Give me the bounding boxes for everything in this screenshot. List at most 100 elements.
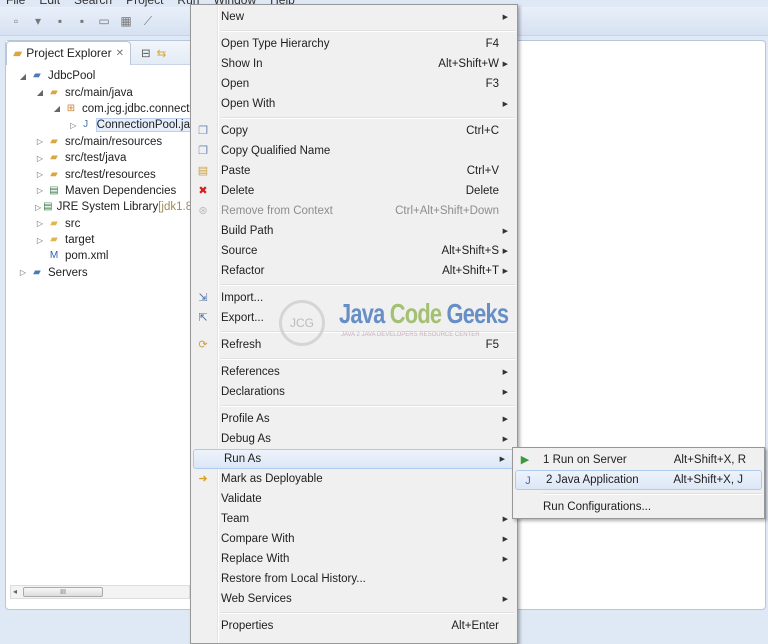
- menu-file[interactable]: File: [6, 0, 25, 7]
- menu-item-label: Export...: [221, 312, 264, 324]
- menu-item-1-run-on-server[interactable]: ▶ 1 Run on Server Alt+Shift+X, R: [513, 450, 764, 470]
- menu-item-label: Declarations: [221, 386, 285, 398]
- tree-item-label: com.jcg.jdbc.connect: [82, 102, 190, 115]
- menu-item-label: 2 Java Application: [546, 474, 639, 486]
- menu-item-shortcut: F4: [485, 38, 499, 50]
- source-folder-icon: ▰: [50, 152, 58, 164]
- menu-item-label: Restore from Local History...: [221, 573, 366, 585]
- source-folder-icon: ▰: [50, 86, 58, 98]
- expanded-arrow-icon[interactable]: ◢: [52, 104, 62, 113]
- menu-item-label: Open With: [221, 98, 276, 110]
- link-editor-icon[interactable]: ⇆: [157, 46, 167, 60]
- tree-item[interactable]: ◢ ▰ src/main/java: [6, 84, 191, 100]
- collapsed-arrow-icon[interactable]: ▷: [35, 154, 45, 163]
- horizontal-scrollbar[interactable]: ◂ III: [10, 585, 190, 599]
- dropdown-icon[interactable]: ▾: [30, 13, 46, 29]
- menu-item-debug-as[interactable]: Debug As ▶: [191, 429, 517, 449]
- collapsed-arrow-icon[interactable]: ▷: [35, 236, 45, 245]
- tree-item[interactable]: ▷ ▰ src/main/resources: [6, 134, 191, 150]
- collapsed-arrow-icon[interactable]: ▷: [35, 203, 41, 212]
- menu-item-copy[interactable]: ❐ Copy Ctrl+C: [191, 121, 517, 141]
- collapsed-arrow-icon[interactable]: ▷: [18, 268, 28, 277]
- menu-item-remove-from-context[interactable]: ⊛ Remove from Context Ctrl+Alt+Shift+Down: [191, 201, 517, 221]
- scrollbar-thumb[interactable]: III: [23, 587, 103, 597]
- menu-item-paste[interactable]: ▤ Paste Ctrl+V: [191, 161, 517, 181]
- expanded-arrow-icon[interactable]: ◢: [18, 72, 28, 81]
- tree-item[interactable]: ▷ ▤ JRE System Library [jdk1.8: [6, 199, 191, 215]
- menu-item-label: New: [221, 11, 245, 23]
- menu-separator: [513, 490, 764, 497]
- menu-item-properties[interactable]: Properties Alt+Enter: [191, 616, 517, 636]
- collapsed-arrow-icon[interactable]: ▷: [35, 170, 45, 179]
- menu-item-export[interactable]: ⇱ Export...: [191, 308, 517, 328]
- source-folder-icon: ▰: [50, 168, 58, 180]
- tab-project-explorer[interactable]: ▰ Project Explorer ✕: [6, 40, 131, 65]
- tree-item[interactable]: ▷ ▰ src/test/resources: [6, 166, 191, 182]
- menu-item-open-type-hierarchy[interactable]: Open Type Hierarchy F4: [191, 34, 517, 54]
- collapse-all-icon[interactable]: ⊟: [141, 46, 151, 60]
- menu-item-mark-as-deployable[interactable]: ➜ Mark as Deployable: [191, 469, 517, 489]
- tree-item-label: Maven Dependencies: [65, 184, 177, 197]
- library-icon: ▤: [49, 184, 59, 196]
- menu-item-show-in[interactable]: Show In Alt+Shift+W ▶: [191, 54, 517, 74]
- save-all-icon[interactable]: ▪: [74, 13, 90, 29]
- export-icon: ⇱: [198, 312, 208, 324]
- tree-item-label: src/test/java: [65, 152, 127, 165]
- menu-item-label: Validate: [221, 493, 262, 505]
- tree-item[interactable]: ▷ ▰ src/test/java: [6, 150, 191, 166]
- pin-icon[interactable]: ⟋: [140, 13, 156, 29]
- collapsed-arrow-icon[interactable]: ▷: [35, 186, 45, 195]
- menu-item-team[interactable]: Team ▶: [191, 509, 517, 529]
- import-icon: ⇲: [198, 292, 208, 304]
- menu-item-web-services[interactable]: Web Services ▶: [191, 589, 517, 609]
- tree-item[interactable]: ◢ ⊞ com.jcg.jdbc.connect: [6, 101, 191, 117]
- menu-search[interactable]: Search: [74, 0, 112, 7]
- tree-item[interactable]: ▷ ▰ Servers: [6, 265, 191, 281]
- tree-item[interactable]: ▷ ▰ target: [6, 232, 191, 248]
- menu-item-declarations[interactable]: Declarations ▶: [191, 382, 517, 402]
- tree-item[interactable]: Mpom.xml: [6, 248, 191, 264]
- tree-item[interactable]: ▷ ▰ src: [6, 216, 191, 232]
- menu-item-open-with[interactable]: Open With ▶: [191, 94, 517, 114]
- menu-item-validate[interactable]: Validate: [191, 489, 517, 509]
- menu-item-run-as[interactable]: Run As ▶: [193, 449, 515, 469]
- menu-item-compare-with[interactable]: Compare With ▶: [191, 529, 517, 549]
- menu-item-refactor[interactable]: Refactor Alt+Shift+T ▶: [191, 261, 517, 281]
- menu-item-new[interactable]: New ▶: [191, 7, 517, 27]
- menu-item-open[interactable]: Open F3: [191, 74, 517, 94]
- menu-item-references[interactable]: References ▶: [191, 362, 517, 382]
- menu-item-build-path[interactable]: Build Path ▶: [191, 221, 517, 241]
- menu-item-restore-from-local-history[interactable]: Restore from Local History...: [191, 569, 517, 589]
- menu-item-2-java-application[interactable]: J 2 Java Application Alt+Shift+X, J: [515, 470, 762, 490]
- new-icon[interactable]: ▫: [8, 13, 24, 29]
- menu-item-source[interactable]: Source Alt+Shift+S ▶: [191, 241, 517, 261]
- menu-item-profile-as[interactable]: Profile As ▶: [191, 409, 517, 429]
- tree-item[interactable]: ▷ ▤ Maven Dependencies: [6, 183, 191, 199]
- collapsed-arrow-icon[interactable]: ▷: [35, 219, 45, 228]
- tree-item-suffix: [jdk1.8: [158, 201, 191, 214]
- menu-item-shortcut: Ctrl+C: [466, 125, 499, 137]
- submenu-arrow-icon: ▶: [502, 101, 508, 108]
- print-icon[interactable]: ▭: [96, 13, 112, 29]
- save-icon[interactable]: ▪: [52, 13, 68, 29]
- collapsed-arrow-icon[interactable]: ▷: [69, 121, 78, 130]
- menu-project[interactable]: Project: [126, 0, 163, 7]
- close-icon[interactable]: ✕: [116, 48, 124, 59]
- menu-item-run-configurations[interactable]: Run Configurations...: [513, 497, 764, 517]
- menu-edit[interactable]: Edit: [39, 0, 60, 7]
- submenu-arrow-icon: ▶: [502, 389, 508, 396]
- binary-icon[interactable]: ▦: [118, 13, 134, 29]
- menu-item-refresh[interactable]: ⟳ Refresh F5: [191, 335, 517, 355]
- menu-item-copy-qualified-name[interactable]: ❐ Copy Qualified Name: [191, 141, 517, 161]
- menu-item-shortcut: Alt+Shift+X, R: [673, 454, 746, 466]
- collapsed-arrow-icon[interactable]: ▷: [35, 137, 45, 146]
- menu-item-delete[interactable]: ✖ Delete Delete: [191, 181, 517, 201]
- tree-item-label: Servers: [48, 266, 88, 279]
- tree-item[interactable]: ◢ ▰ JdbcPool: [6, 68, 191, 84]
- tree-item-label: src/main/resources: [65, 135, 163, 148]
- expanded-arrow-icon[interactable]: ◢: [35, 88, 45, 97]
- menu-item-replace-with[interactable]: Replace With ▶: [191, 549, 517, 569]
- tree-item[interactable]: ▷ J ConnectionPool.ja: [6, 117, 191, 133]
- menu-item-import[interactable]: ⇲ Import...: [191, 288, 517, 308]
- refresh-icon: ⟳: [198, 339, 208, 351]
